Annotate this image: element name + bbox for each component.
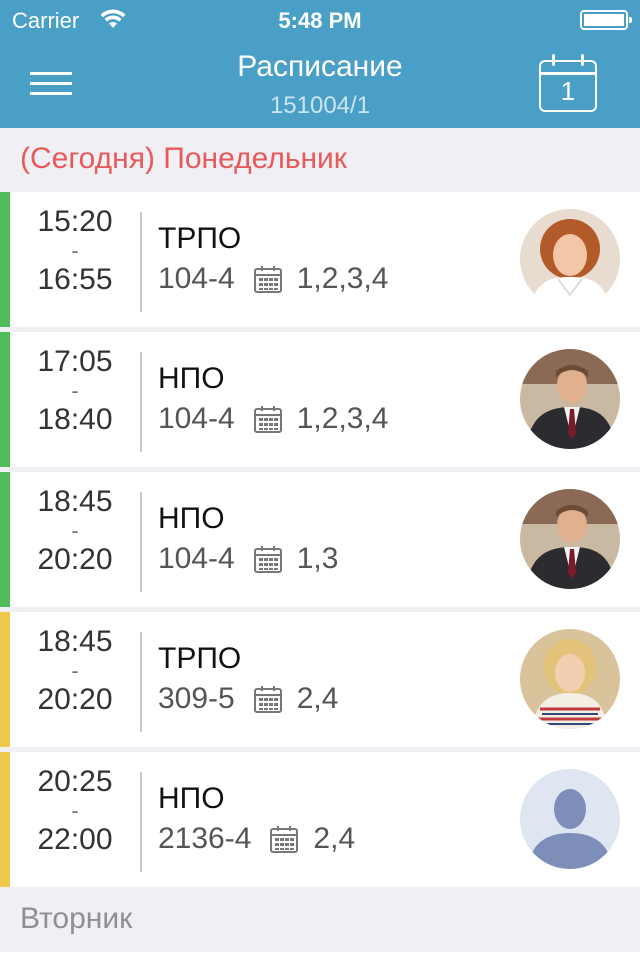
lesson-subject: ТРПО	[158, 222, 242, 255]
lesson-end-time: 22:00	[37, 823, 113, 856]
navigation-header: Carrier 5:48 PM Расписание 151004/1 1	[0, 0, 640, 128]
lesson-weeks: 2,4	[296, 682, 339, 715]
teacher-avatar-placeholder[interactable]	[520, 769, 620, 869]
teacher-avatar-man-suit[interactable]	[520, 489, 620, 589]
lesson-info: 104-4 1,2,3,4	[158, 402, 388, 436]
lesson-weeks: 2,4	[313, 822, 356, 855]
divider	[140, 352, 142, 452]
section-header-today: (Сегодня) Понедельник	[20, 142, 347, 175]
lesson-start-time: 17:05	[37, 345, 113, 378]
lesson-time-separator: -	[71, 658, 79, 683]
lesson-info: 104-4 1,2,3,4	[158, 262, 388, 296]
lesson-type-stripe	[0, 752, 10, 887]
lesson-end-time: 16:55	[37, 263, 113, 296]
lesson-subject: НПО	[158, 502, 225, 535]
lesson-time-separator: -	[71, 518, 79, 543]
calendar-icon	[253, 686, 282, 713]
lesson-start-time: 18:45	[37, 485, 113, 518]
status-bar: Carrier 5:48 PM	[0, 0, 640, 40]
lesson-start-time: 20:25	[37, 765, 113, 798]
battery-icon	[580, 10, 632, 30]
status-time: 5:48 PM	[278, 8, 362, 33]
lesson-room: 104-4	[158, 542, 235, 575]
lesson-subject: НПО	[158, 782, 225, 815]
calendar-button[interactable]: 1	[538, 52, 600, 114]
lesson-weeks: 1,3	[296, 542, 339, 575]
lesson-room: 104-4	[158, 402, 235, 435]
lesson-info: 2136-4 2,4	[158, 822, 355, 856]
lesson-start-time: 15:20	[37, 205, 113, 238]
calendar-icon	[253, 546, 282, 573]
teacher-avatar-man-suit[interactable]	[520, 349, 620, 449]
section-header-next-day: Вторник	[20, 902, 133, 935]
lesson-info: 309-5 2,4	[158, 682, 338, 716]
lesson-room: 309-5	[158, 682, 235, 715]
divider	[140, 212, 142, 312]
lesson-end-time: 20:20	[37, 543, 113, 576]
divider	[140, 632, 142, 732]
lesson-time-separator: -	[71, 238, 79, 263]
lesson-type-stripe	[0, 192, 10, 327]
calendar-icon	[253, 406, 282, 433]
lesson-time: 20:25 - 22:00	[20, 766, 130, 856]
calendar-icon-bar	[539, 72, 597, 75]
divider	[140, 492, 142, 592]
lesson-end-time: 20:20	[37, 683, 113, 716]
lesson-row[interactable]: 15:20 - 16:55 ТРПО 104-4 1,2,3,4	[0, 192, 640, 327]
lesson-room: 104-4	[158, 262, 235, 295]
lesson-row[interactable]: 17:05 - 18:40 НПО 104-4 1,2,3,4	[0, 332, 640, 467]
teacher-avatar-woman-redhead[interactable]	[520, 209, 620, 309]
lesson-room: 2136-4	[158, 822, 252, 855]
lesson-subject: ТРПО	[158, 642, 242, 675]
lesson-type-stripe	[0, 332, 10, 467]
lesson-info: 104-4 1,3	[158, 542, 338, 576]
lesson-weeks: 1,2,3,4	[296, 402, 389, 435]
calendar-ring	[552, 54, 555, 66]
lesson-row[interactable]: 20:25 - 22:00 НПО 2136-4 2,4	[0, 752, 640, 887]
lesson-time: 15:20 - 16:55	[20, 206, 130, 296]
lesson-type-stripe	[0, 472, 10, 607]
calendar-icon	[270, 826, 299, 853]
lesson-time: 18:45 - 20:20	[20, 486, 130, 576]
lesson-time-separator: -	[71, 378, 79, 403]
lesson-weeks: 1,2,3,4	[296, 262, 389, 295]
teacher-avatar-woman-blonde[interactable]	[520, 629, 620, 729]
lesson-time-separator: -	[71, 798, 79, 823]
lesson-type-stripe	[0, 612, 10, 747]
lesson-row[interactable]: 18:45 - 20:20 ТРПО 309-5 2,4	[0, 612, 640, 747]
lesson-row[interactable]: 18:45 - 20:20 НПО 104-4 1,3	[0, 472, 640, 607]
list-item-partial	[0, 952, 640, 960]
calendar-day-number: 1	[560, 76, 576, 106]
lesson-subject: НПО	[158, 362, 225, 395]
lesson-time: 18:45 - 20:20	[20, 626, 130, 716]
lesson-time: 17:05 - 18:40	[20, 346, 130, 436]
divider	[140, 772, 142, 872]
lesson-start-time: 18:45	[37, 625, 113, 658]
calendar-ring	[581, 54, 584, 66]
calendar-icon	[253, 266, 282, 293]
lesson-end-time: 18:40	[37, 403, 113, 436]
